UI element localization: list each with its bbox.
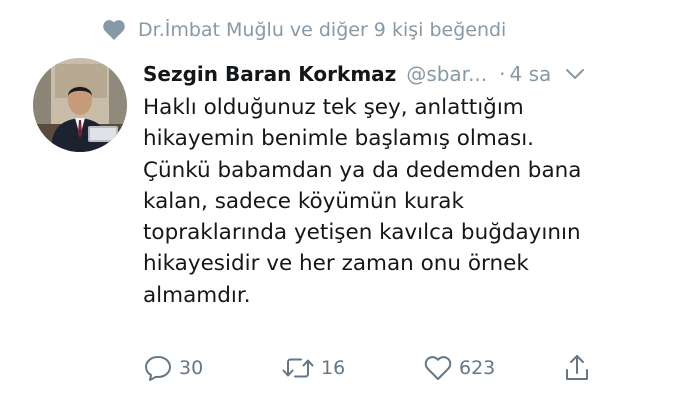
tweet-text-line: hikayemin benimle başlamış olması. (143, 126, 535, 152)
separator-dot: · (499, 62, 506, 86)
like-button[interactable]: 623 (423, 350, 495, 386)
retweet-button[interactable]: 16 (281, 350, 345, 386)
tweet-text-line: kalan, sadece köyümün kurak (143, 188, 464, 214)
chevron-down-icon[interactable] (565, 67, 585, 81)
tweet-text-line: hikayesidir ve her zaman onu örnek (143, 251, 529, 277)
reply-button[interactable]: 30 (143, 350, 203, 386)
share-button[interactable] (563, 350, 591, 386)
reply-count: 30 (179, 357, 204, 379)
social-context-text: Dr.İmbat Muğlu ve diğer 9 kişi beğendi (138, 19, 507, 41)
tweet-text-line: Haklı olduğunuz tek şey, anlattığım (143, 95, 524, 120)
retweet-icon (282, 358, 314, 378)
share-icon (566, 355, 588, 380)
author-handle[interactable]: @sbar... (406, 62, 487, 86)
like-count: 623 (459, 357, 496, 379)
tweet-actions: 30 16 623 (143, 350, 680, 386)
tweet-header: Sezgin Baran Korkmaz @sbar... · 4 sa (143, 58, 680, 90)
retweet-count: 16 (321, 357, 346, 379)
social-context[interactable]: Dr.İmbat Muğlu ve diğer 9 kişi beğendi (102, 14, 506, 46)
tweet-timestamp[interactable]: 4 sa (510, 62, 552, 86)
avatar-image (33, 58, 127, 152)
tweet-text-line: topraklarında yetişen kavılca buğdayının (143, 220, 581, 246)
tweet-text-line: Çünkü babamdan ya da dedemden bana (143, 157, 582, 183)
author-name[interactable]: Sezgin Baran Korkmaz (143, 62, 396, 86)
heart-icon (424, 356, 452, 380)
reply-icon (145, 356, 171, 381)
heart-icon (103, 20, 125, 40)
tweet-text-line: almamdır. (143, 282, 251, 308)
tweet-text: Haklı olduğunuz tek şey, anlattığım hika… (143, 92, 683, 311)
avatar[interactable] (33, 58, 127, 152)
